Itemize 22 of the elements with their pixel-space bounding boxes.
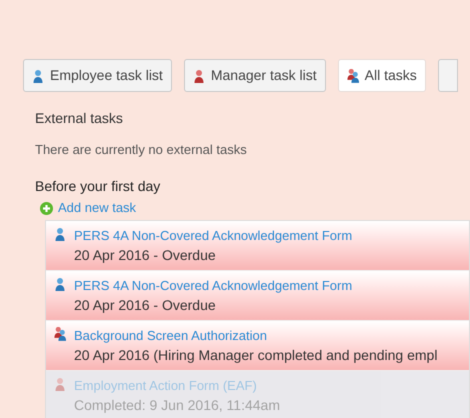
person-icon [32, 68, 44, 82]
tab[interactable]: Manager task list [184, 59, 326, 92]
empty-message: There are currently no external tasks [35, 141, 248, 158]
tab[interactable] [438, 59, 458, 92]
section-heading: External tasks [35, 109, 124, 128]
task-detail: 20 Apr 2016 (Hiring Manager completed and pending empl [74, 346, 438, 365]
task-row[interactable]: PERS 4A Non-Covered Acknowledgement Form 20 Apr 2016 - Overdue [46, 221, 469, 270]
tab[interactable]: All tasks [338, 59, 426, 92]
task-row[interactable]: Background Screen Authorization 20 Apr 2016 (Hiring Manager completed and pending empl [46, 321, 469, 370]
person-icon [54, 227, 66, 241]
person-icon [346, 68, 359, 82]
add-icon [40, 202, 53, 214]
task-detail: Completed: 9 Jun 2016, 11:44am [74, 396, 280, 415]
person-icon [192, 68, 205, 82]
task-detail: 20 Apr 2016 - Overdue [74, 296, 217, 315]
task-row[interactable]: PERS 4A Non-Covered Acknowledgement Form 20 Apr 2016 - Overdue [46, 271, 469, 320]
person-icon [54, 377, 66, 391]
task-detail: 20 Apr 2016 - Overdue [74, 246, 217, 265]
tab[interactable]: Employee task list [23, 59, 172, 92]
person-icon [54, 327, 66, 341]
person-icon [54, 277, 66, 291]
section-heading: Before your first day [35, 177, 162, 196]
